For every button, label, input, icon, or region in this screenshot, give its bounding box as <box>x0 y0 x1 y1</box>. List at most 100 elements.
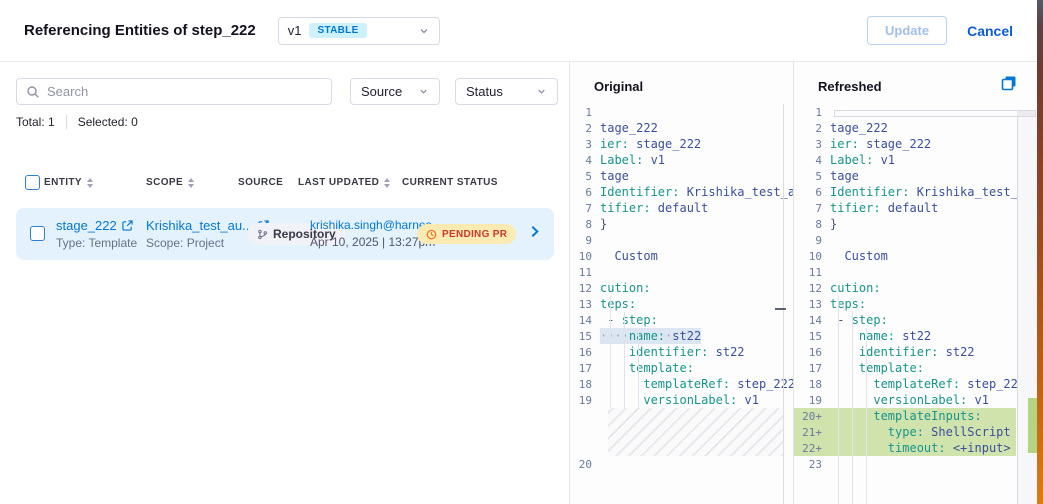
scrollbar-marker[interactable] <box>775 308 786 310</box>
code-line[interactable]: 14 - step: <box>570 312 793 328</box>
line-number: 1 <box>570 106 600 119</box>
code-line[interactable]: 12cution: <box>794 280 1016 296</box>
header-actions: Update Cancel <box>867 16 1013 45</box>
code-line[interactable]: 12cution: <box>570 280 793 296</box>
line-text: tage_222 <box>600 120 658 136</box>
line-text: type: ShellScript <box>830 424 1011 440</box>
code-line[interactable]: 23 <box>794 456 1016 472</box>
code-line[interactable]: 17 template: <box>570 360 793 376</box>
code-line[interactable]: 1 <box>570 104 793 120</box>
code-line[interactable]: 5tage <box>794 168 1016 184</box>
line-number: 2 <box>570 122 600 135</box>
code-line[interactable]: 4Label: v1 <box>570 152 793 168</box>
code-line[interactable]: 1 <box>794 104 1016 120</box>
diff-added-marker <box>1028 398 1037 453</box>
sort-icon[interactable] <box>188 178 194 188</box>
column-header-entity: ENTITY <box>44 177 82 188</box>
code-line[interactable]: 16 identifier: st22 <box>794 344 1016 360</box>
original-code: 12tage_2223ier: stage_2224Label: v15tage… <box>570 104 793 472</box>
chevron-down-icon <box>418 86 429 97</box>
code-line[interactable]: 18 templateRef: step_222 <box>794 376 1016 392</box>
sort-icon[interactable] <box>384 178 390 188</box>
status-filter-dropdown[interactable]: Status <box>455 78 558 105</box>
code-line[interactable]: 8} <box>794 216 1016 232</box>
code-line[interactable]: 2tage_222 <box>794 120 1016 136</box>
code-line[interactable]: 19 versionLabel: v1 <box>794 392 1016 408</box>
code-line[interactable]: 17 template: <box>794 360 1016 376</box>
code-line[interactable]: 9 <box>794 232 1016 248</box>
line-text: templateRef: step_222 <box>830 376 1025 392</box>
indent-guide <box>852 312 853 504</box>
code-line[interactable]: 19 versionLabel: v1 <box>570 392 793 408</box>
code-line[interactable]: 18 templateRef: step_222 <box>570 376 793 392</box>
indent-guide <box>838 296 839 504</box>
code-line[interactable]: 15 name: st22 <box>794 328 1016 344</box>
code-line[interactable]: 7tifier: default <box>794 200 1016 216</box>
line-text: tage_222 <box>830 120 888 136</box>
line-number: 11 <box>794 266 830 279</box>
line-text: teps: <box>600 296 636 312</box>
source-filter-dropdown[interactable]: Source <box>350 78 440 105</box>
search-input[interactable] <box>47 84 331 99</box>
totals-bar: Total: 1 Selected: 0 <box>16 115 138 129</box>
copy-icon[interactable] <box>1001 75 1017 91</box>
line-number: 4 <box>570 154 600 167</box>
version-dropdown[interactable]: v1 STABLE <box>278 17 440 45</box>
line-text: Label: v1 <box>600 152 665 168</box>
code-line[interactable]: 3ier: stage_222 <box>794 136 1016 152</box>
select-all-checkbox[interactable] <box>25 175 40 190</box>
code-line[interactable]: 9 <box>570 232 793 248</box>
code-line[interactable]: 5tage <box>570 168 793 184</box>
repository-icon <box>257 229 268 240</box>
line-number: 7 <box>570 202 600 215</box>
code-line[interactable]: 13teps: <box>794 296 1016 312</box>
external-link-icon[interactable] <box>122 220 133 231</box>
code-line[interactable]: 14 - step: <box>794 312 1016 328</box>
code-line[interactable]: 20 <box>570 456 793 472</box>
refreshed-panel-title: Refreshed <box>818 79 882 94</box>
sort-icon[interactable] <box>87 178 93 188</box>
cancel-button[interactable]: Cancel <box>967 23 1013 39</box>
line-number: 13 <box>570 298 600 311</box>
code-line[interactable]: 8} <box>570 216 793 232</box>
line-number: 8 <box>794 218 830 231</box>
code-line[interactable]: 10 Custom <box>570 248 793 264</box>
line-text: tage <box>600 168 629 184</box>
line-number: 19 <box>570 394 600 407</box>
line-number: 3 <box>570 138 600 151</box>
code-line[interactable]: 21+ type: ShellScript <box>794 424 1016 440</box>
entity-name-link[interactable]: stage_222 <box>56 218 117 233</box>
code-line[interactable]: 10 Custom <box>794 248 1016 264</box>
update-button[interactable]: Update <box>867 16 947 45</box>
code-line[interactable]: 15····name:·st22 <box>570 328 793 344</box>
scope-name-link[interactable]: Krishika_test_au... <box>146 218 253 233</box>
code-line[interactable]: 11 <box>794 264 1016 280</box>
line-text: Label: v1 <box>830 152 895 168</box>
table-row[interactable]: stage_222 Type: Template Krishika_test_a… <box>16 208 554 260</box>
code-line[interactable]: 2tage_222 <box>570 120 793 136</box>
line-number: 9 <box>570 234 600 247</box>
column-header-scope: SCOPE <box>146 177 183 188</box>
code-line[interactable]: 16 identifier: st22 <box>570 344 793 360</box>
code-line[interactable]: 13teps: <box>570 296 793 312</box>
code-line[interactable]: 22+ timeout: <+input> <box>794 440 1016 456</box>
code-line[interactable]: 4Label: v1 <box>794 152 1016 168</box>
entities-panel: Source Status Total: 1 Selected: 0 ENTIT… <box>0 62 570 504</box>
total-count: Total: 1 <box>16 115 55 129</box>
code-line[interactable]: 7tifier: default <box>570 200 793 216</box>
code-line[interactable]: 20+ templateInputs: <box>794 408 1016 424</box>
expand-row-chevron-right-icon[interactable] <box>528 225 541 243</box>
entity-type: Type: Template <box>56 236 137 250</box>
code-line[interactable]: 11 <box>570 264 793 280</box>
line-number: 15 <box>570 330 600 343</box>
line-number: 6 <box>570 186 600 199</box>
line-number: 17 <box>570 362 600 375</box>
code-line[interactable]: 6Identifier: Krishika_test_aut <box>794 184 1016 200</box>
line-text: Custom <box>600 248 658 264</box>
code-line[interactable]: 3ier: stage_222 <box>570 136 793 152</box>
line-number: 12 <box>794 282 830 295</box>
row-checkbox[interactable] <box>30 226 45 241</box>
line-number: 9 <box>794 234 830 247</box>
scrollbar-corner <box>1017 111 1035 116</box>
code-line[interactable]: 6Identifier: Krishika_test_aut <box>570 184 793 200</box>
